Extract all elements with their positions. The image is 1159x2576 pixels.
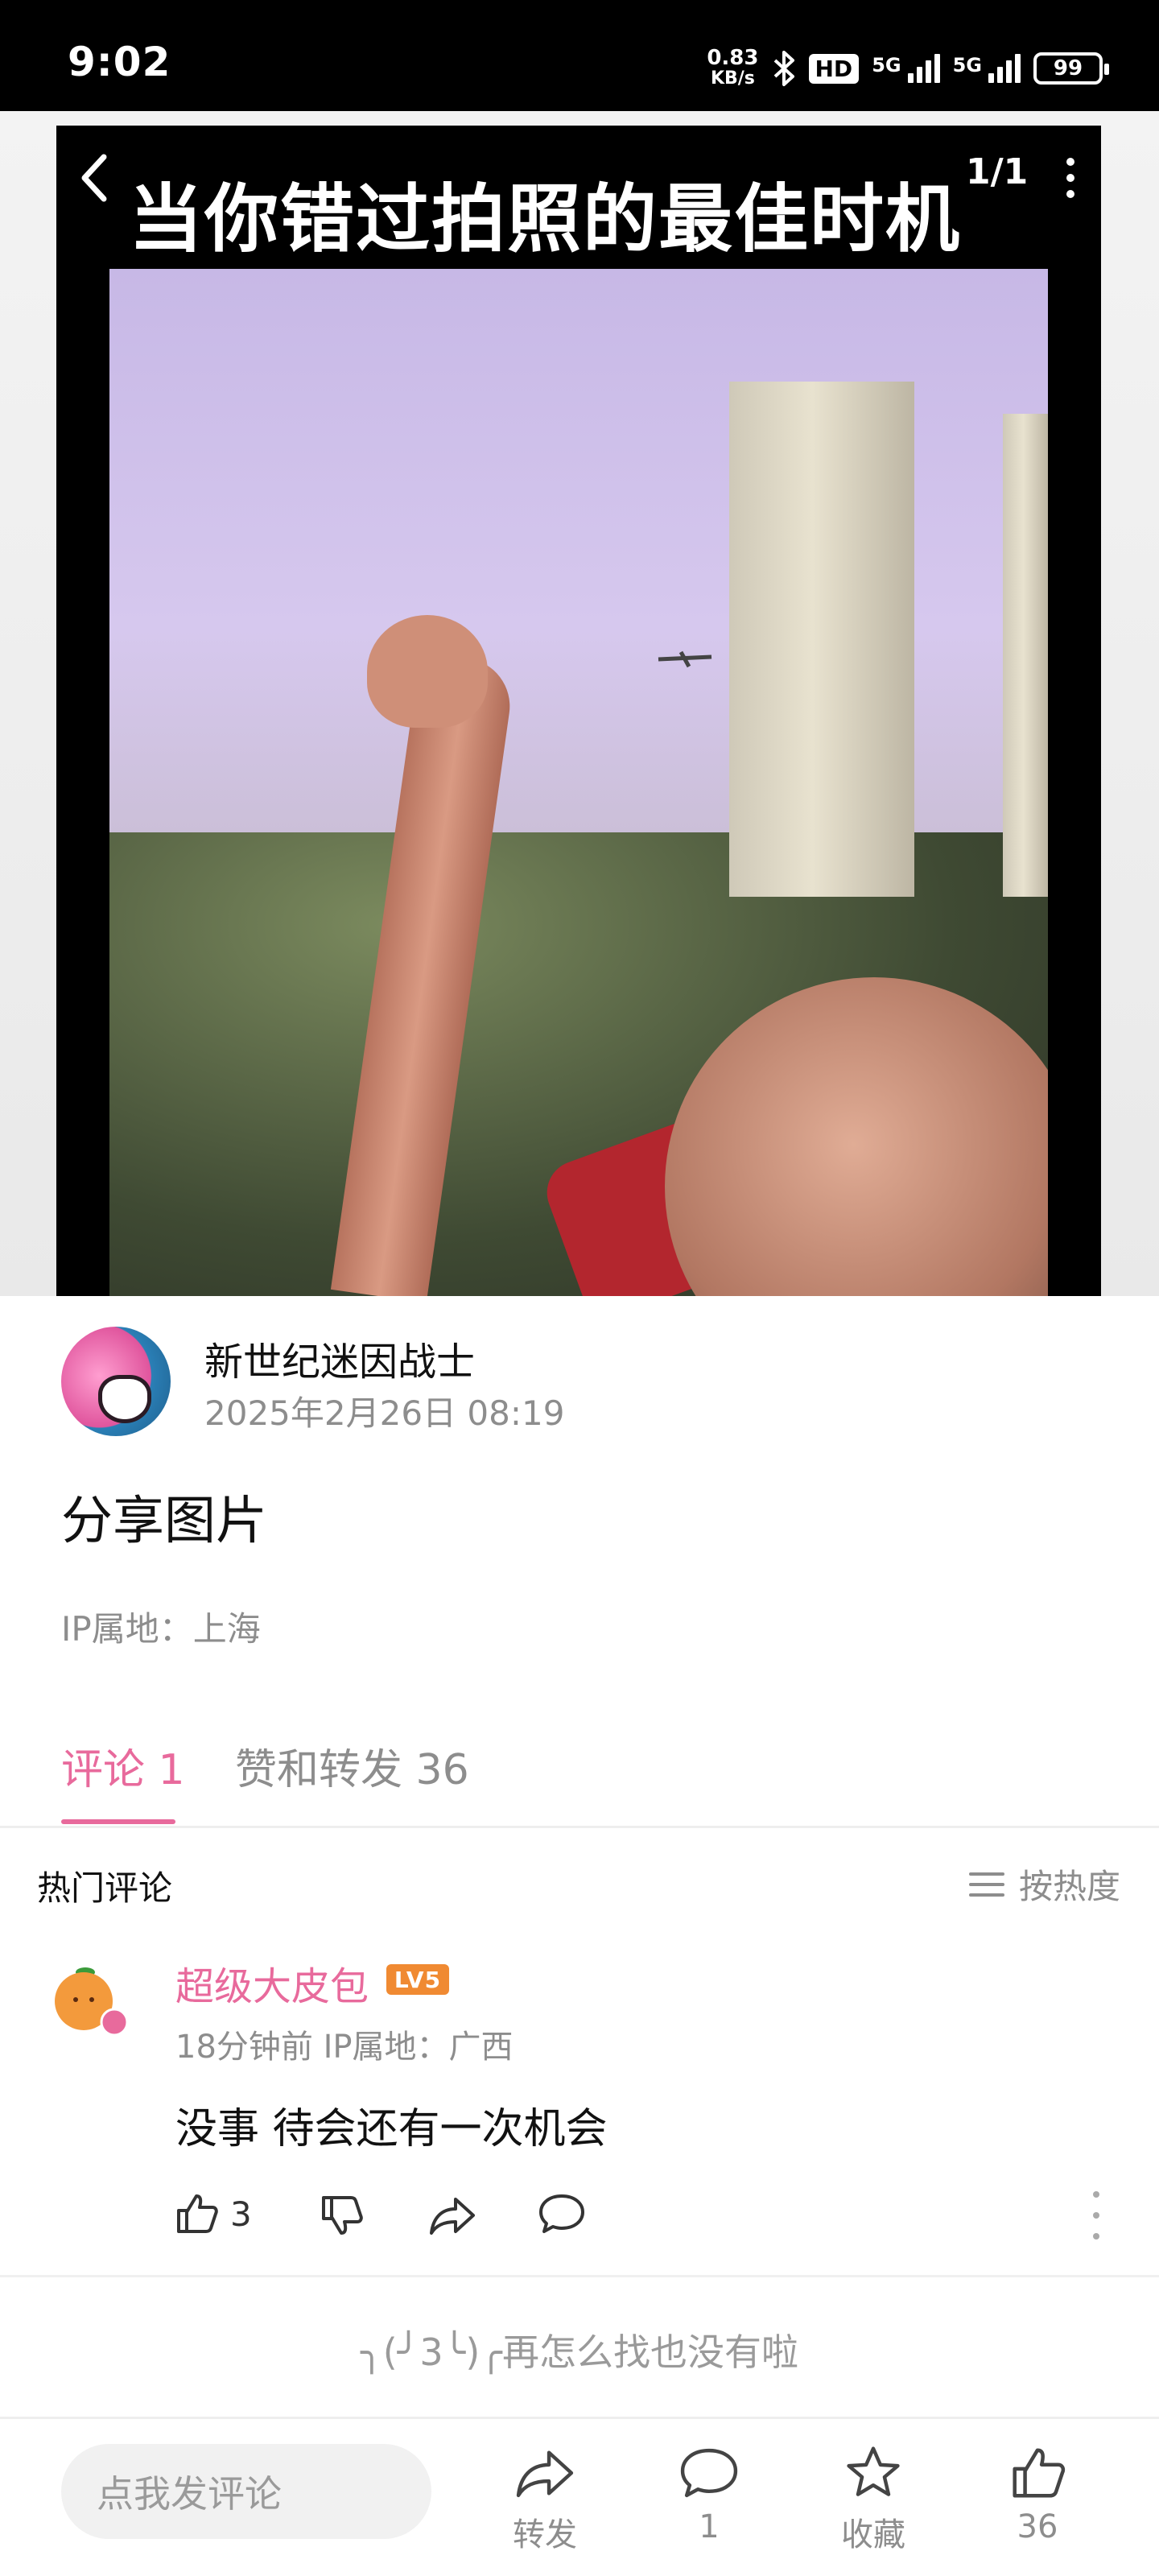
sort-label: 按热度 xyxy=(1018,1867,1120,1906)
comment-share-button[interactable] xyxy=(428,2193,476,2241)
author-name[interactable]: 新世纪迷因战士 xyxy=(204,1330,475,1386)
commenter-name[interactable]: 超级大皮包 xyxy=(175,1955,369,2011)
end-of-comments-hint: ╮(╯3╰)╭再怎么找也没有啦 xyxy=(361,2330,798,2374)
comment-more-button[interactable] xyxy=(1091,2191,1101,2240)
signal-label-2: 5G xyxy=(952,54,982,76)
tab-indicator xyxy=(61,1819,175,1824)
comment-like-button[interactable]: 3 xyxy=(174,2191,252,2236)
collect-label: 收藏 xyxy=(841,2516,905,2553)
dot-icon xyxy=(1093,2212,1099,2219)
dot-icon xyxy=(1066,190,1074,198)
sort-button[interactable]: 按热度 xyxy=(968,1860,1120,1909)
image-viewer[interactable]: 当你错过拍照的最佳时机 xyxy=(0,111,1159,1296)
comment-meta: 18分钟前 IP属地：广西 xyxy=(175,2029,514,2066)
network-speed: 0.83 KB/s xyxy=(707,47,758,89)
post-time: 2025年2月26日 08:19 xyxy=(204,1393,565,1433)
back-arrow-icon xyxy=(81,154,107,202)
comment-input[interactable]: 点我发评论 xyxy=(61,2444,431,2539)
author-avatar[interactable] xyxy=(61,1327,171,1436)
like-button[interactable]: 36 xyxy=(977,2444,1098,2545)
hot-comments-title: 热门评论 xyxy=(37,1868,173,1908)
airplane-icon xyxy=(658,650,712,668)
divider xyxy=(0,2417,1159,2419)
divider xyxy=(0,2275,1159,2277)
comment-count: 1 xyxy=(699,2508,720,2545)
signal-icon-1: 5G xyxy=(872,54,940,83)
share-label: 转发 xyxy=(513,2516,577,2553)
tower-left xyxy=(729,382,914,897)
post-text: 分享图片 xyxy=(61,1492,267,1551)
bluetooth-icon xyxy=(773,51,794,86)
battery-icon: 99 xyxy=(1033,52,1109,85)
comment-button[interactable]: 1 xyxy=(649,2444,769,2545)
comment-dislike-button[interactable] xyxy=(319,2193,364,2241)
comment-like-count: 3 xyxy=(230,2194,252,2234)
signal-label-1: 5G xyxy=(872,54,901,76)
avatar-mouth xyxy=(98,1375,151,1423)
comment-bubble-icon xyxy=(539,2194,584,2233)
network-speed-value: 0.83 xyxy=(707,46,759,70)
ip-location: IP属地：上海 xyxy=(61,1609,261,1649)
menu-icon xyxy=(968,1872,1004,1897)
comment-bubble-icon xyxy=(680,2448,738,2498)
comment-text[interactable]: 没事 待会还有一次机会 xyxy=(175,2095,608,2155)
collect-button[interactable]: 收藏 xyxy=(813,2444,934,2555)
status-icons: 0.83 KB/s HD 5G 5G 99 xyxy=(707,40,1109,97)
thumbs-up-icon xyxy=(1013,2448,1066,2498)
dot-icon xyxy=(1066,158,1074,166)
tab-likes-reposts[interactable]: 赞和转发 36 xyxy=(235,1736,469,1796)
thumbs-up-icon xyxy=(177,2194,218,2233)
comment-reply-button[interactable] xyxy=(538,2191,586,2240)
commenter-avatar[interactable] xyxy=(50,1964,129,2037)
share-icon xyxy=(516,2450,574,2498)
status-bar: 9:02 0.83 KB/s HD 5G 5G 99 xyxy=(0,0,1159,111)
meme-caption: 当你错过拍照的最佳时机 xyxy=(129,176,962,262)
hd-badge: HD xyxy=(808,53,860,84)
dot-icon xyxy=(1093,2233,1099,2240)
level-badge: LV5 xyxy=(386,1964,449,1995)
meme-image[interactable]: 当你错过拍照的最佳时机 xyxy=(56,126,1101,1296)
meme-photo xyxy=(109,269,1048,1296)
hand xyxy=(367,615,488,728)
dot-icon xyxy=(1066,174,1074,182)
tab-comments[interactable]: 评论 1 xyxy=(61,1736,185,1796)
orange-avatar-icon xyxy=(55,1967,129,2037)
divider xyxy=(0,1826,1159,1828)
dot-icon xyxy=(1093,2191,1099,2198)
tower-right xyxy=(1003,414,1048,897)
share-icon xyxy=(430,2198,475,2235)
page-counter: 1/1 xyxy=(966,151,1029,192)
like-count: 36 xyxy=(1017,2508,1058,2545)
status-time: 9:02 xyxy=(68,39,171,85)
network-speed-unit: KB/s xyxy=(710,68,755,89)
back-button[interactable] xyxy=(66,150,122,206)
more-options-button[interactable] xyxy=(1054,150,1087,206)
star-icon xyxy=(847,2446,900,2496)
share-button[interactable]: 转发 xyxy=(485,2444,605,2555)
thumbs-down-icon xyxy=(322,2196,363,2235)
signal-icon-2: 5G xyxy=(953,54,1021,83)
